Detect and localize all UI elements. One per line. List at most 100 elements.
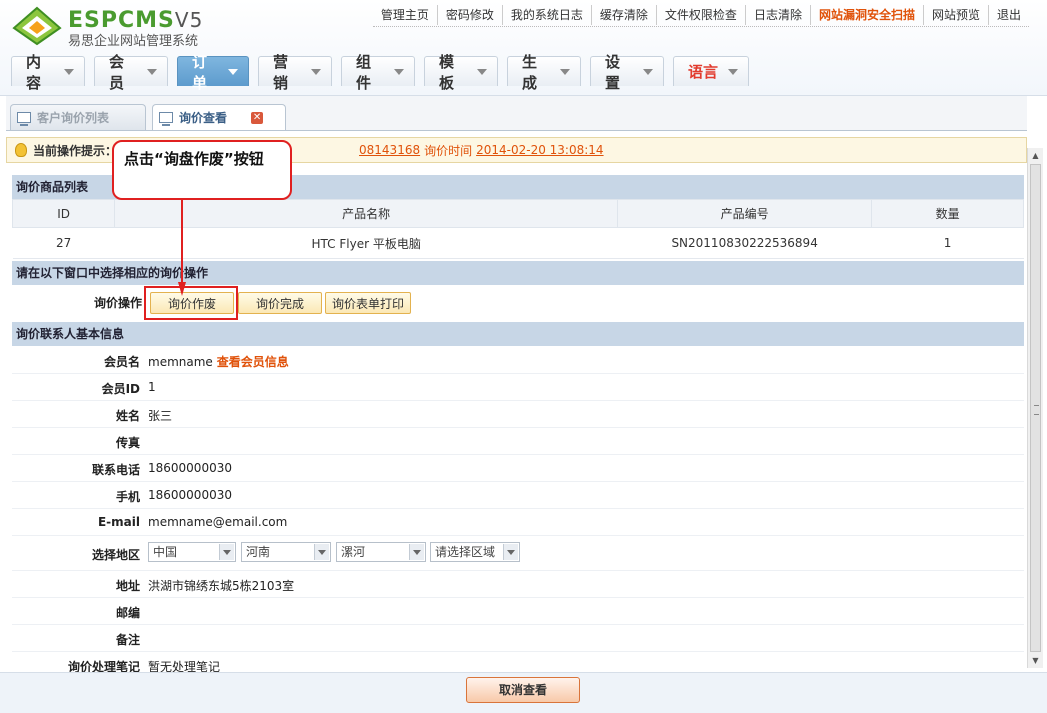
scroll-up-icon[interactable]: ▲ xyxy=(1028,148,1043,163)
nav-tab-settings[interactable]: 设置 xyxy=(590,53,664,92)
tip-order-number[interactable]: 08143168 xyxy=(359,143,420,157)
subtab-label: 客户询价列表 xyxy=(37,111,110,125)
nav-tab-label: 生成 xyxy=(522,52,538,92)
scroll-thumb[interactable] xyxy=(1030,164,1041,652)
field-label: 手机 xyxy=(115,490,140,504)
chevron-down-icon xyxy=(728,68,738,75)
city-select[interactable]: 漯河 xyxy=(336,542,426,562)
nav-tab-label: 内容 xyxy=(26,52,42,92)
tip-time-value[interactable]: 2014-02-20 13:08:14 xyxy=(476,143,603,157)
column-header: 产品名称 xyxy=(114,199,619,228)
contact-section-title: 询价联系人基本信息 xyxy=(12,322,1024,346)
field-value: 张三 xyxy=(148,409,173,423)
nav-tab-content[interactable]: 内容 xyxy=(11,53,85,92)
logo[interactable]: ESPCMSV5 易思企业网站管理系统 xyxy=(12,6,252,50)
top-link-security-scan[interactable]: 网站漏洞安全扫描 xyxy=(811,5,924,25)
top-link-permission-check[interactable]: 文件权限检查 xyxy=(657,5,746,25)
field-value: memname 查看会员信息 xyxy=(148,353,289,370)
cell-id: 27 xyxy=(12,227,115,259)
print-inquiry-button[interactable]: 询价表单打印 xyxy=(325,292,411,314)
close-icon[interactable]: ✕ xyxy=(251,111,264,124)
scroll-down-icon[interactable]: ▼ xyxy=(1028,653,1043,668)
arrow-down-icon xyxy=(178,200,186,296)
district-select[interactable]: 请选择区域 xyxy=(430,542,520,562)
top-links: 管理主页 密码修改 我的系统日志 缓存清除 文件权限检查 日志清除 网站漏洞安全… xyxy=(372,4,1029,27)
info-row-region: 选择地区 中国 河南 漯河 请选择区域 xyxy=(12,536,1024,571)
top-link-my-log[interactable]: 我的系统日志 xyxy=(503,5,592,25)
view-member-link[interactable]: 查看会员信息 xyxy=(217,355,289,369)
chevron-down-icon xyxy=(394,68,404,75)
top-link-clear-cache[interactable]: 缓存清除 xyxy=(592,5,657,25)
logo-subtitle: 易思企业网站管理系统 xyxy=(68,34,199,49)
nav-tab-component[interactable]: 组件 xyxy=(341,53,415,92)
field-label: 传真 xyxy=(115,436,140,450)
country-select[interactable]: 中国 xyxy=(148,542,236,562)
nav-tab-label: 订单 xyxy=(192,52,208,92)
window-icon xyxy=(17,112,31,126)
select-value: 中国 xyxy=(153,545,178,559)
info-row-postcode: 邮编 xyxy=(12,598,1024,625)
chevron-down-icon xyxy=(228,68,238,75)
cell-quantity: 1 xyxy=(871,227,1024,259)
chevron-down-icon xyxy=(409,544,424,560)
info-row-phone: 联系电话 18600000030 xyxy=(12,455,1024,482)
nav-tab-language[interactable]: 语言 xyxy=(673,56,749,86)
nav-tab-order[interactable]: 订单 xyxy=(177,53,249,92)
chevron-down-icon xyxy=(643,68,653,75)
field-label: 选择地区 xyxy=(91,548,140,562)
nav-tab-template[interactable]: 模板 xyxy=(424,53,498,92)
field-value: memname@email.com xyxy=(148,515,288,529)
column-header: 数量 xyxy=(871,199,1024,228)
field-label: E-mail xyxy=(97,515,140,529)
nav-tab-generate[interactable]: 生成 xyxy=(507,53,581,92)
subtab-inquiry-view[interactable]: 询价查看 ✕ xyxy=(152,104,286,130)
annotation-callout: 点击“询盘作废”按钮 xyxy=(112,140,292,200)
nav-tab-label: 营销 xyxy=(273,52,289,92)
member-name: memname xyxy=(148,355,213,369)
field-label: 姓名 xyxy=(115,409,140,423)
complete-inquiry-button[interactable]: 询价完成 xyxy=(238,292,322,314)
top-link-home[interactable]: 管理主页 xyxy=(373,5,438,25)
vertical-scrollbar[interactable]: ▲ ▼ xyxy=(1027,148,1043,668)
cell-product-sn: SN20110830222536894 xyxy=(617,227,872,259)
chevron-down-icon xyxy=(64,68,74,75)
cell-product-name: HTC Flyer 平板电脑 xyxy=(114,227,618,259)
window-icon xyxy=(159,112,173,126)
cancel-view-button[interactable]: 取消查看 xyxy=(466,677,580,703)
products-table: ID 产品名称 产品编号 数量 27 HTC Flyer 平板电脑 SN2011… xyxy=(11,199,1024,259)
info-row-fax: 传真 xyxy=(12,428,1024,455)
tip-label: 当前操作提示： xyxy=(33,143,118,158)
field-value: 18600000030 xyxy=(148,461,232,475)
nav-tab-label: 会员 xyxy=(109,52,125,92)
top-link-clear-log[interactable]: 日志清除 xyxy=(746,5,811,25)
table-header: ID 产品名称 产品编号 数量 xyxy=(11,199,1024,228)
chevron-down-icon xyxy=(477,68,487,75)
info-row-name: 姓名 张三 xyxy=(12,401,1024,428)
contact-info: 会员名 memname 查看会员信息 会员ID 1 姓名 张三 传真 联系电话 1… xyxy=(12,347,1024,679)
info-row-address: 地址 洪湖市锦绣东城5栋2103室 xyxy=(12,571,1024,598)
nav-tab-marketing[interactable]: 营销 xyxy=(258,53,332,92)
chevron-down-icon xyxy=(311,68,321,75)
column-header: ID xyxy=(11,199,116,228)
info-row-member-id: 会员ID 1 xyxy=(12,374,1024,401)
grip-icon xyxy=(1034,405,1039,415)
nav-tab-member[interactable]: 会员 xyxy=(94,53,168,92)
logo-text: ESPCMSV5 xyxy=(68,8,204,33)
header: ESPCMSV5 易思企业网站管理系统 管理主页 密码修改 我的系统日志 缓存清… xyxy=(0,0,1047,96)
subtab-inquiry-list[interactable]: 客户询价列表 xyxy=(10,104,146,130)
nav-tab-label: 组件 xyxy=(356,52,372,92)
top-link-logout[interactable]: 退出 xyxy=(989,5,1029,25)
footer: 取消查看 xyxy=(0,672,1047,713)
nav-tab-label: 模板 xyxy=(439,52,455,92)
info-row-member-name: 会员名 memname 查看会员信息 xyxy=(12,347,1024,374)
top-link-password[interactable]: 密码修改 xyxy=(438,5,503,25)
main-nav: 内容 会员 订单 营销 组件 模板 生成 设置 语言 xyxy=(11,53,758,92)
province-select[interactable]: 河南 xyxy=(241,542,331,562)
lightbulb-icon xyxy=(15,143,27,157)
info-row-email: E-mail memname@email.com xyxy=(12,509,1024,536)
chevron-down-icon xyxy=(503,544,518,560)
top-link-preview[interactable]: 网站预览 xyxy=(924,5,989,25)
chevron-down-icon xyxy=(314,544,329,560)
chevron-down-icon xyxy=(560,68,570,75)
field-label: 会员ID xyxy=(101,382,140,396)
